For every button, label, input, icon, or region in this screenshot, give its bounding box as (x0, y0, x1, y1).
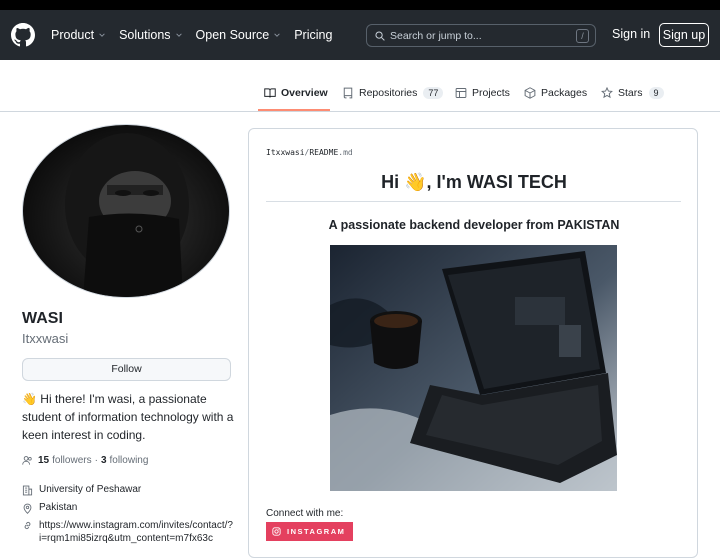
tab-repositories-label: Repositories (359, 87, 418, 99)
followers-count[interactable]: 15 (38, 455, 49, 466)
follow-separator: · (94, 455, 98, 466)
book-icon (264, 88, 276, 98)
chevron-down-icon (274, 33, 280, 37)
chevron-down-icon (175, 33, 182, 37)
connect-label: Connect with me: (266, 508, 344, 519)
location-item: Pakistan (22, 502, 77, 514)
instagram-icon (272, 527, 281, 536)
profile-tabs: Overview Repositories 77 Projects Packag… (0, 60, 720, 112)
tab-stars[interactable]: Stars 9 (601, 87, 664, 99)
organization-icon (22, 485, 33, 496)
following-count[interactable]: 3 (101, 455, 107, 466)
laptop-illustration (330, 245, 617, 491)
organization-text: University of Peshawar (39, 484, 142, 495)
tab-projects[interactable]: Projects (455, 87, 510, 99)
package-icon (524, 87, 536, 99)
site-header: Product Solutions Open Source Pricing / … (0, 10, 720, 60)
readme-subheading: A passionate backend developer from PAKI… (328, 218, 620, 232)
tab-packages-label: Packages (541, 87, 588, 99)
organization-item: University of Peshawar (22, 484, 141, 496)
top-strip (0, 0, 720, 10)
stars-count: 9 (648, 87, 664, 99)
star-icon (601, 87, 613, 99)
main-nav: Product Solutions Open Source Pricing (51, 10, 345, 60)
avatar[interactable] (22, 124, 230, 298)
slash-key-hint: / (576, 29, 589, 43)
sign-up-button[interactable]: Sign up (659, 23, 709, 47)
search-box[interactable]: / (366, 24, 596, 47)
profile-name: WASI (22, 310, 63, 327)
sign-in-link[interactable]: Sign in (612, 27, 650, 41)
follow-button[interactable]: Follow (22, 358, 231, 381)
nav-solutions-label: Solutions (119, 28, 171, 42)
profile-username: Itxxwasi (22, 331, 69, 346)
location-icon (23, 503, 32, 514)
chevron-down-icon (99, 33, 105, 37)
tab-overview[interactable]: Overview (264, 87, 328, 99)
readme-owner-link[interactable]: Itxxwasi (266, 148, 305, 157)
profile-bio: 👋 Hi there! I'm wasi, a passionate stude… (22, 392, 234, 442)
website-link[interactable]: https://www.instagram.com/invites/contac… (39, 519, 234, 545)
nav-open-source-label: Open Source (195, 28, 270, 42)
link-icon (24, 521, 31, 530)
readme-ext: .md (338, 148, 353, 157)
nav-pricing-label: Pricing (294, 28, 333, 42)
location-text: Pakistan (39, 502, 78, 513)
tab-overview-label: Overview (281, 87, 328, 99)
laptop-photo (330, 245, 617, 491)
following-label[interactable]: following (110, 455, 149, 466)
nav-product-label: Product (51, 28, 95, 42)
nav-solutions[interactable]: Solutions (119, 28, 182, 42)
followers-label[interactable]: followers (52, 455, 91, 466)
search-icon (375, 30, 385, 41)
nav-pricing[interactable]: Pricing (294, 28, 332, 42)
tab-stars-label: Stars (618, 87, 643, 99)
repo-icon (343, 87, 353, 99)
instagram-badge[interactable]: INSTAGRAM (266, 522, 353, 541)
tab-packages[interactable]: Packages (524, 87, 587, 99)
nav-open-source[interactable]: Open Source (196, 28, 282, 42)
active-tab-indicator (258, 109, 330, 111)
readme-card: Itxxwasi/README.md Hi 👋, I'm WASI TECH A… (248, 128, 698, 558)
tab-projects-label: Projects (472, 87, 510, 99)
table-icon (455, 88, 467, 98)
website-item: https://www.instagram.com/invites/contac… (22, 519, 234, 545)
readme-breadcrumb: Itxxwasi/README.md (266, 148, 353, 157)
nav-product[interactable]: Product (51, 28, 106, 42)
readme-heading: Hi 👋, I'm WASI TECH (381, 172, 567, 192)
follow-stats: 15 followers · 3 following (22, 455, 148, 466)
repositories-count: 77 (423, 87, 444, 99)
instagram-label: INSTAGRAM (287, 527, 346, 536)
people-icon (22, 456, 32, 465)
search-input[interactable] (390, 29, 570, 42)
readme-file: README (309, 148, 339, 157)
heading-divider (266, 201, 681, 202)
avatar-photo (65, 133, 189, 297)
github-logo-icon[interactable] (11, 23, 35, 47)
tab-repositories[interactable]: Repositories 77 (342, 87, 444, 99)
